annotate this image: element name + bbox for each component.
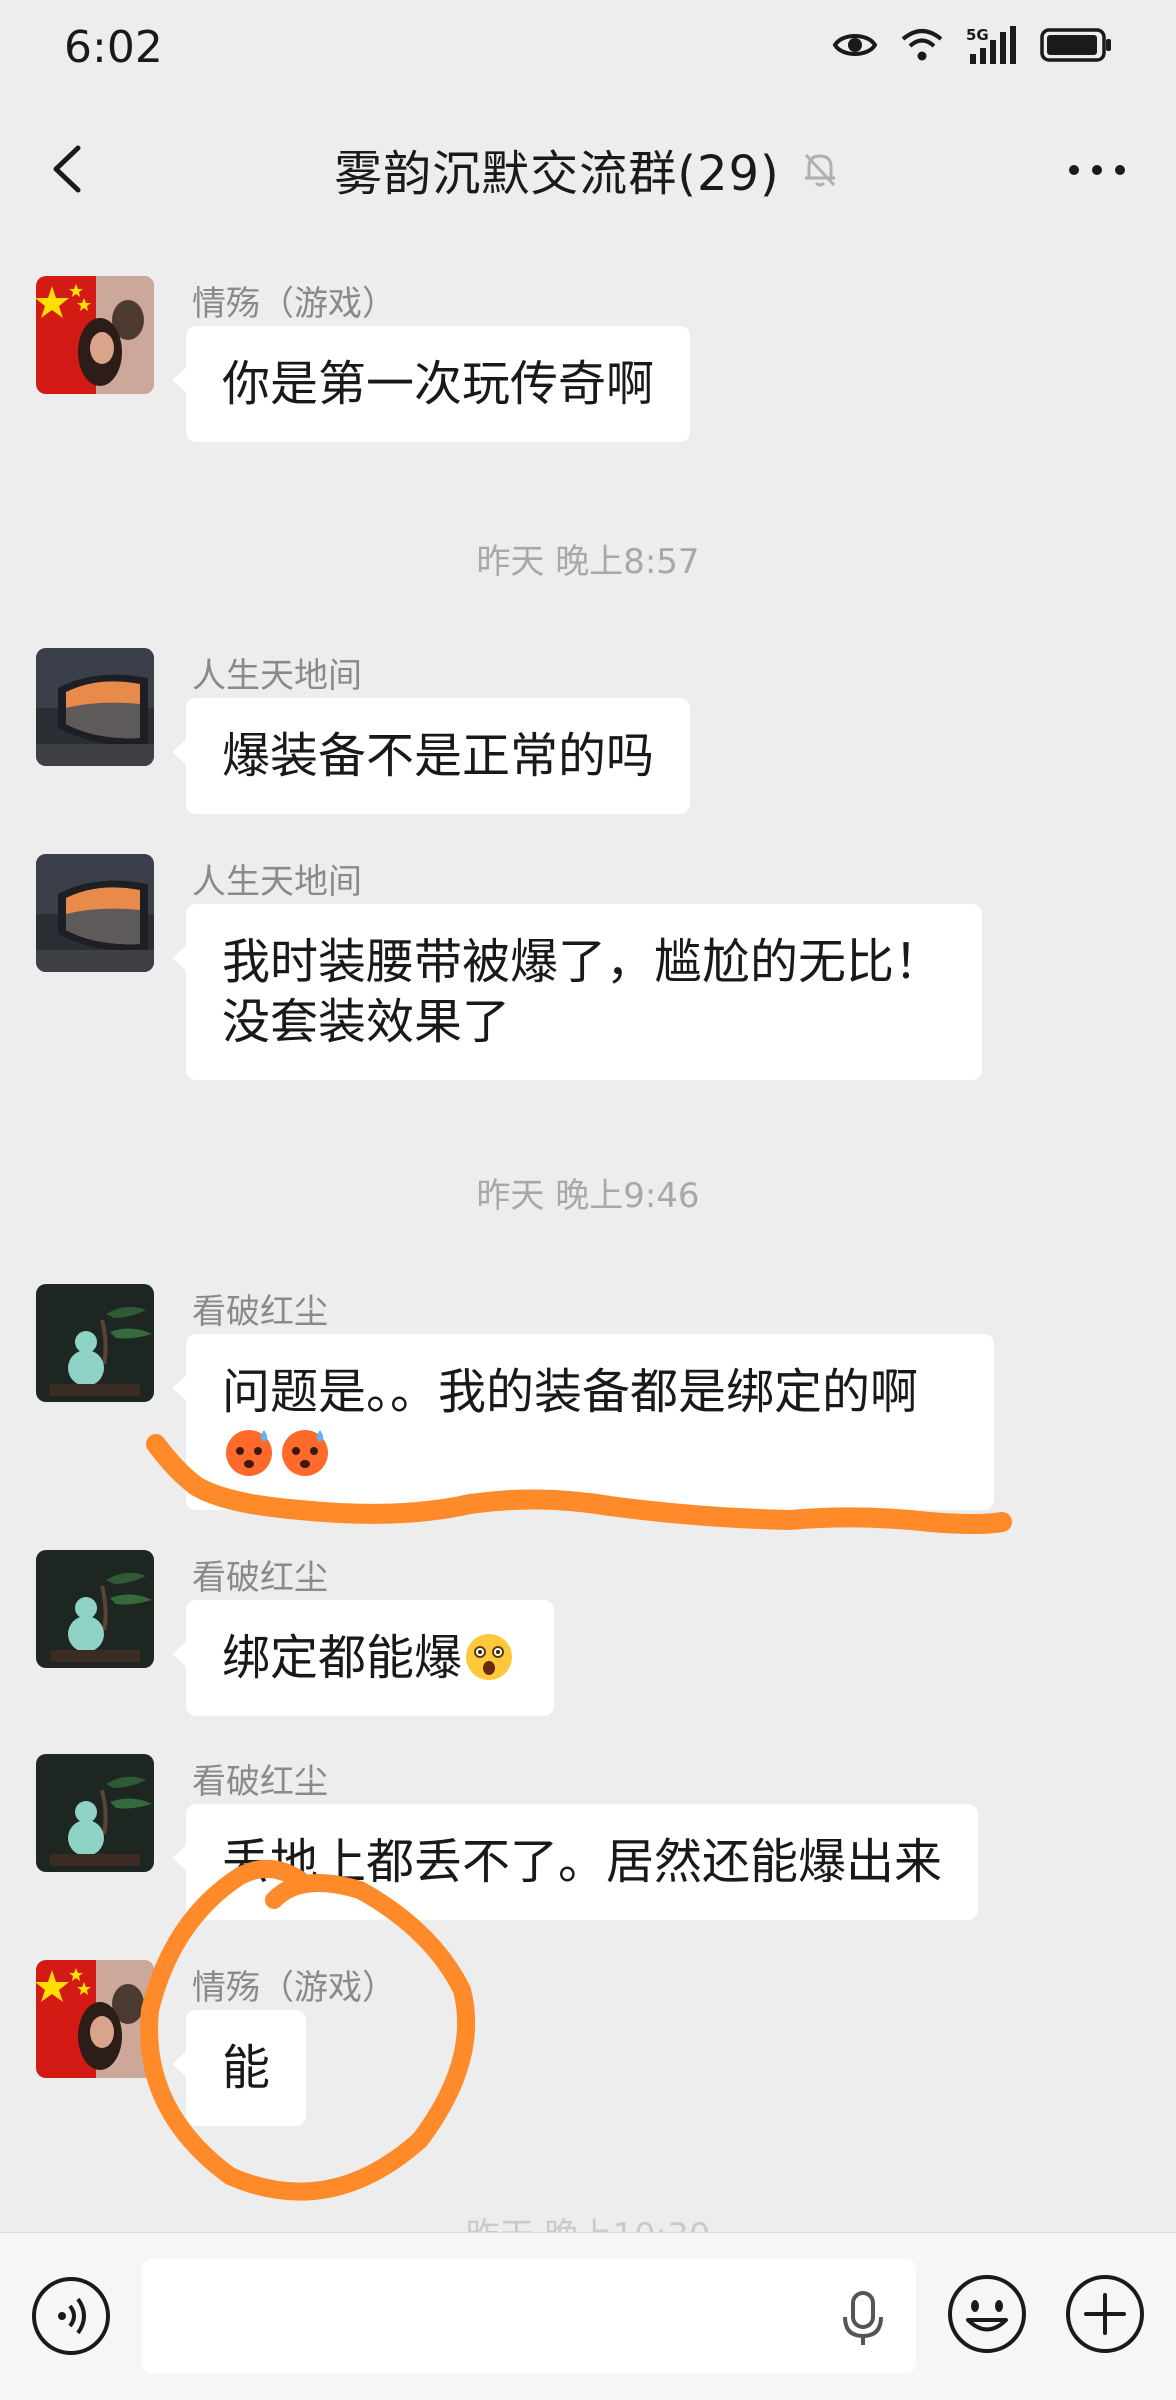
timestamp-separator: 昨天 晚上9:46 xyxy=(476,1176,700,1216)
smile-icon xyxy=(948,2275,1026,2353)
message-bubble[interactable]: 爆装备不是正常的吗 xyxy=(171,698,691,814)
gourd-avatar-icon xyxy=(36,1754,154,1872)
message-text-line: 我时装腰带被爆了，尴尬的无比！ xyxy=(222,934,943,990)
timestamp-separator: 昨天 晚上10:30 xyxy=(0,2208,1176,2232)
sweat-emoji-icon xyxy=(278,1424,332,1478)
message-bubble[interactable]: 我时装腰带被爆了，尴尬的无比！ 没套装效果了 xyxy=(172,904,982,1080)
message-text: 丢地上都丢不了。居然还能爆出来 xyxy=(222,1834,943,1890)
avatar[interactable] xyxy=(36,648,154,766)
sender-name: 人生天地间 xyxy=(192,862,362,902)
flag-avatar-icon xyxy=(36,1960,154,2078)
more-horizontal-icon xyxy=(1069,165,1125,175)
sender-name: 看破红尘 xyxy=(192,1292,328,1332)
message-text: 你是第一次玩传奇啊 xyxy=(222,356,655,412)
chat-message-list[interactable]: 情殇（游戏） 你是第一次玩传奇啊 昨天 晚上8:57 人生天地间 爆装备不是正常… xyxy=(0,238,1176,2232)
microphone-button[interactable] xyxy=(838,2289,888,2349)
status-time: 6:02 xyxy=(64,22,163,73)
chat-title-container: 雾韵沉默交流群(29) xyxy=(0,134,1176,204)
message-input[interactable] xyxy=(142,2259,916,2373)
sweat-emoji-icon xyxy=(222,1424,276,1478)
chat-header: 雾韵沉默交流群(29) xyxy=(0,100,1176,238)
shocked-emoji-icon xyxy=(462,1630,516,1684)
message-input-bar xyxy=(0,2232,1176,2400)
gourd-avatar-icon xyxy=(36,1550,154,1668)
sender-name: 看破红尘 xyxy=(192,1558,328,1598)
message-text: 问题是。。我的装备都是绑定的啊 xyxy=(222,1364,919,1420)
emoji-button[interactable] xyxy=(946,2273,1028,2355)
message-bubble[interactable]: 绑定都能爆 xyxy=(171,1600,555,1716)
more-button[interactable] xyxy=(1062,152,1132,188)
more-actions-button[interactable] xyxy=(1064,2273,1146,2355)
avatar[interactable] xyxy=(36,276,154,394)
bell-off-icon xyxy=(798,147,842,191)
sender-name: 人生天地间 xyxy=(192,656,362,696)
flag-avatar-icon xyxy=(36,276,154,394)
wifi-icon xyxy=(900,27,944,63)
mirror-avatar-icon xyxy=(36,648,154,766)
voice-button[interactable] xyxy=(30,2275,112,2357)
battery-icon xyxy=(1040,28,1112,62)
signal-5g-icon: 5G xyxy=(966,26,1018,64)
message-text: 爆装备不是正常的吗 xyxy=(222,728,655,784)
timestamp-separator: 昨天 晚上8:57 xyxy=(476,542,700,582)
gourd-avatar-icon xyxy=(36,1284,154,1402)
message-text: 能 xyxy=(222,2040,271,2096)
sender-name: 情殇（游戏） xyxy=(192,284,396,324)
avatar[interactable] xyxy=(36,1550,154,1668)
avatar[interactable] xyxy=(36,1960,154,2078)
microphone-icon xyxy=(843,2291,883,2345)
avatar[interactable] xyxy=(36,1284,154,1402)
message-bubble[interactable]: 丢地上都丢不了。居然还能爆出来 xyxy=(171,1804,979,1920)
plus-circle-icon xyxy=(1066,2275,1144,2353)
avatar[interactable] xyxy=(36,854,154,972)
sender-name: 情殇（游戏） xyxy=(192,1968,396,2008)
eye-icon xyxy=(832,28,878,62)
sender-name: 看破红尘 xyxy=(192,1762,328,1802)
message-bubble[interactable]: 你是第一次玩传奇啊 xyxy=(171,326,691,442)
status-bar: 6:02 5G xyxy=(0,0,1176,100)
network-label: 5G xyxy=(966,26,989,44)
status-icons: 5G xyxy=(832,26,1112,64)
voice-icon xyxy=(32,2277,110,2355)
avatar[interactable] xyxy=(36,1754,154,1872)
mirror-avatar-icon xyxy=(36,854,154,972)
message-bubble[interactable]: 问题是。。我的装备都是绑定的啊 xyxy=(172,1334,994,1510)
chat-title: 雾韵沉默交流群(29) xyxy=(334,146,780,202)
message-bubble[interactable]: 能 xyxy=(171,2010,307,2126)
emoji-row xyxy=(222,1422,958,1482)
message-text: 绑定都能爆 xyxy=(222,1630,463,1686)
message-text-line: 没套装效果了 xyxy=(222,994,511,1050)
